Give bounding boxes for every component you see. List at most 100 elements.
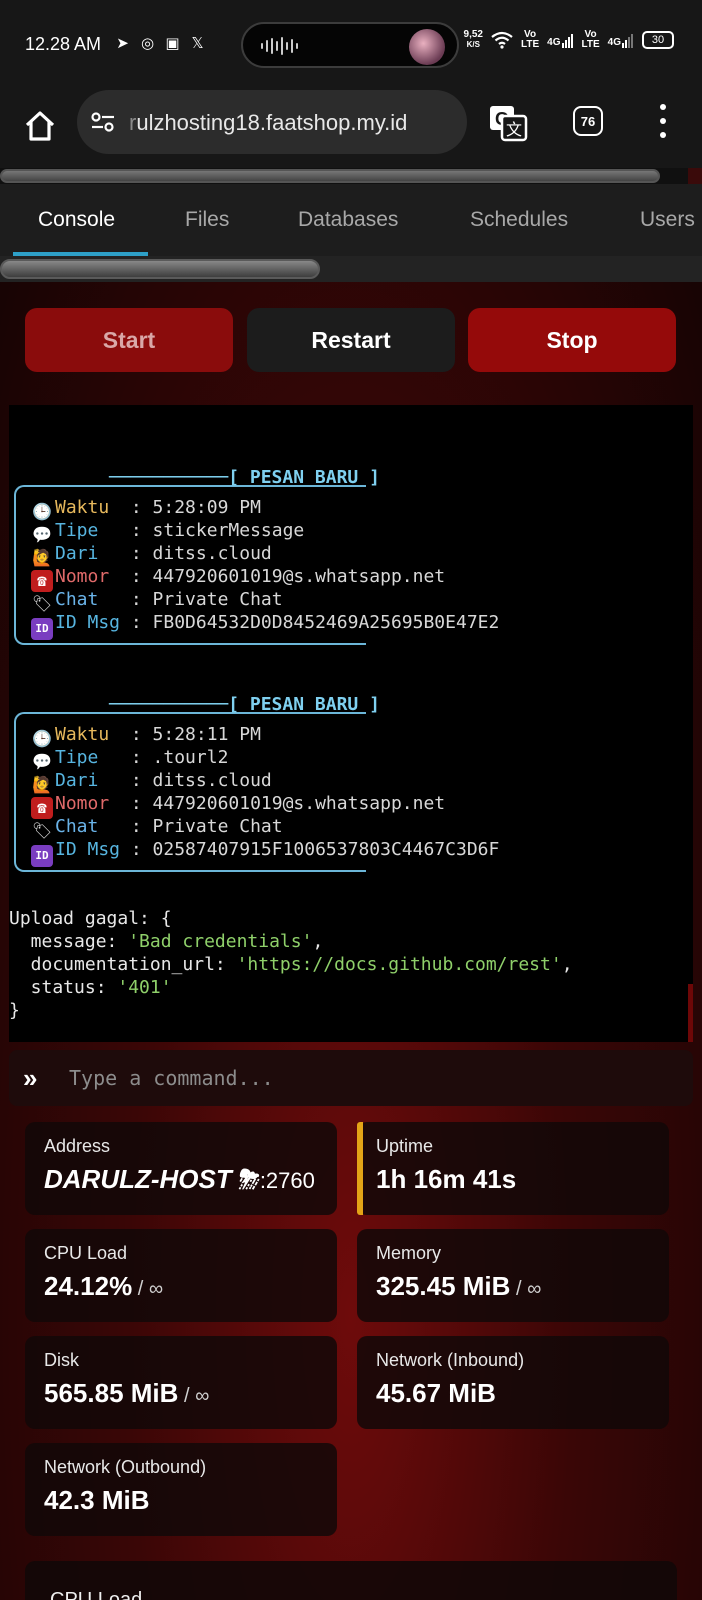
whatsapp-icon: ◎ (140, 34, 155, 52)
msg2-chat-value: : Private Chat (120, 816, 283, 837)
translate-icon[interactable]: G文 (488, 103, 528, 143)
media-avatar (409, 29, 445, 65)
cpu-chart-label: CPU Load (50, 1589, 143, 1600)
system-indicators: 9,52 K/S Vo LTE 4G Vo LTE 4G 30 (464, 30, 674, 50)
error-message-line: message: 'Bad credentials', (9, 931, 324, 952)
id-badge-icon: ID (31, 618, 53, 640)
disk-limit: / ∞ (178, 1385, 210, 1407)
uptime-status-bar (357, 1122, 363, 1215)
network-type-2: 4G (607, 37, 621, 48)
overflow-menu-icon[interactable] (658, 104, 668, 138)
cpu-card: CPU Load 24.12% / ∞ (25, 1229, 337, 1322)
battery-level: 30 (651, 34, 665, 46)
console-output[interactable]: ───────────[ PESAN BARU ] 🕒 Waktu : 5:28:… (9, 405, 693, 1042)
disk-card: Disk 565.85 MiB / ∞ (25, 1336, 337, 1429)
restart-button[interactable]: Restart (247, 308, 455, 372)
site-settings-icon[interactable] (89, 108, 117, 136)
address-bar[interactable]: rulzhosting18.faatshop.my.id (77, 90, 467, 154)
memory-limit: / ∞ (510, 1278, 542, 1300)
msg1-chat: 🏷 Chat : Private Chat (31, 588, 283, 613)
signal-bars-1-icon (561, 34, 573, 48)
cpu-label: CPU Load (44, 1243, 128, 1263)
network-inbound-card: Network (Inbound) 45.67 MiB (357, 1336, 669, 1429)
console-scrollbar[interactable] (688, 984, 693, 1042)
msg2-dari: 🙋 Dari : ditss.cloud (31, 769, 272, 794)
tab-schedules[interactable]: Schedules (470, 208, 568, 232)
address-host: DARULZ-HOST (44, 1164, 232, 1194)
uptime-card: Uptime 1h 16m 41s (357, 1122, 669, 1215)
battery-icon: 30 (642, 31, 674, 49)
x-icon: 𝕏 (191, 34, 204, 52)
carrier2-bottom: LTE (581, 39, 600, 50)
cpu-limit: / ∞ (132, 1278, 164, 1300)
signal1-icon: 4G (547, 32, 573, 48)
cpu-value-row: 24.12% / ∞ (44, 1271, 163, 1302)
tab-switcher-icon[interactable]: 76 (573, 106, 603, 136)
tab-databases[interactable]: Databases (298, 208, 398, 232)
error-doc-value: 'https://docs.github.com/rest' (236, 954, 562, 975)
stop-button[interactable]: Stop (468, 308, 676, 372)
tab-count: 76 (580, 113, 596, 129)
msg2-tipe-value: : .tourl2 (120, 747, 229, 768)
scrollbar-thumb[interactable] (0, 169, 660, 183)
home-icon[interactable] (22, 108, 58, 144)
msg1-waktu-value: : 5:28:09 PM (120, 497, 261, 518)
msg2-dari-label: Dari (55, 770, 121, 791)
msg1-idmsg-label: ID Msg (55, 612, 121, 633)
carrier2: Vo LTE (582, 30, 600, 50)
error-status-value: '401' (117, 977, 172, 998)
url-text[interactable]: rulzhosting18.faatshop.my.id (129, 110, 407, 136)
tab-console[interactable]: Console (38, 208, 115, 232)
msg1-tipe-label: Tipe (55, 520, 121, 541)
msg2-nomor: ☎ Nomor : 447920601019@s.whatsapp.net (31, 792, 445, 819)
uptime-value: 1h 16m 41s (376, 1164, 517, 1194)
message-header-1: ───────────[ PESAN BARU ] (109, 467, 380, 488)
status-bar: 12.28 AM ➤ ◎ ▣ 𝕏 9,52 K/S Vo LTE 4G Vo LTE … (0, 0, 702, 88)
id-badge-icon: ID (31, 845, 53, 867)
carrier1: Vo LTE (521, 30, 539, 50)
error-message-value: 'Bad credentials' (128, 931, 313, 952)
start-button[interactable]: Start (25, 308, 233, 372)
network-inbound-value: 45.67 MiB (376, 1378, 496, 1408)
dynamic-island[interactable] (241, 22, 459, 68)
network-type-1: 4G (547, 37, 561, 48)
tabs-scrollbar[interactable] (0, 256, 702, 282)
signal2-icon: 4G (608, 32, 634, 48)
horizontal-scrollbar-top[interactable] (0, 168, 688, 184)
msg2-idmsg: ID ID Msg : 02587407915F1006537803C4467C3… (31, 838, 500, 867)
msg1-chat-value: : Private Chat (120, 589, 283, 610)
disk-value: 565.85 MiB (44, 1378, 179, 1408)
command-input[interactable] (69, 1060, 679, 1096)
error-close: } (9, 1000, 20, 1021)
wifi-icon (491, 31, 513, 49)
disk-value-row: 565.85 MiB / ∞ (44, 1378, 209, 1409)
error-doc-line: documentation_url: 'https://docs.github.… (9, 954, 573, 975)
tabs-scrollbar-thumb[interactable] (0, 259, 320, 279)
net-speed-unit: K/S (466, 40, 480, 49)
network-outbound-label: Network (Outbound) (44, 1457, 207, 1477)
browser-toolbar: rulzhosting18.faatshop.my.id G文 76 (0, 88, 702, 168)
msg1-waktu-label: Waktu (55, 497, 121, 518)
memory-label: Memory (376, 1243, 442, 1263)
tab-users[interactable]: Users (640, 208, 695, 232)
msg2-waktu-value: : 5:28:11 PM (120, 724, 261, 745)
msg1-tipe-value: : stickerMessage (120, 520, 305, 541)
tab-files[interactable]: Files (185, 208, 229, 232)
telegram-icon: ➤ (116, 34, 129, 52)
msg2-waktu-label: Waktu (55, 724, 121, 745)
msg2-idmsg-value: : 02587407915F1006537803C4467C3D6F (120, 839, 500, 860)
msg1-dari-value: : ditss.cloud (120, 543, 272, 564)
msg2-tipe: 💬 Tipe : .tourl2 (31, 746, 229, 771)
audio-wave-icon (261, 36, 298, 56)
status-time: 12.28 AM (25, 34, 102, 54)
message-header-2: ───────────[ PESAN BARU ] (109, 694, 380, 715)
msg2-nomor-label: Nomor (55, 793, 121, 814)
cpu-chart-card: CPU Load (25, 1561, 677, 1600)
address-value[interactable]: DARULZ-HOST ⛈:2760 (44, 1164, 315, 1196)
msg1-tipe: 💬 Tipe : stickerMessage (31, 519, 305, 544)
msg1-waktu: 🕒 Waktu : 5:28:09 PM (31, 496, 261, 521)
network-outbound-card: Network (Outbound) 42.3 MiB (25, 1443, 337, 1536)
msg1-nomor: ☎ Nomor : 447920601019@s.whatsapp.net (31, 565, 445, 592)
msg2-chat: 🏷 Chat : Private Chat (31, 815, 283, 840)
msg2-dari-value: : ditss.cloud (120, 770, 272, 791)
